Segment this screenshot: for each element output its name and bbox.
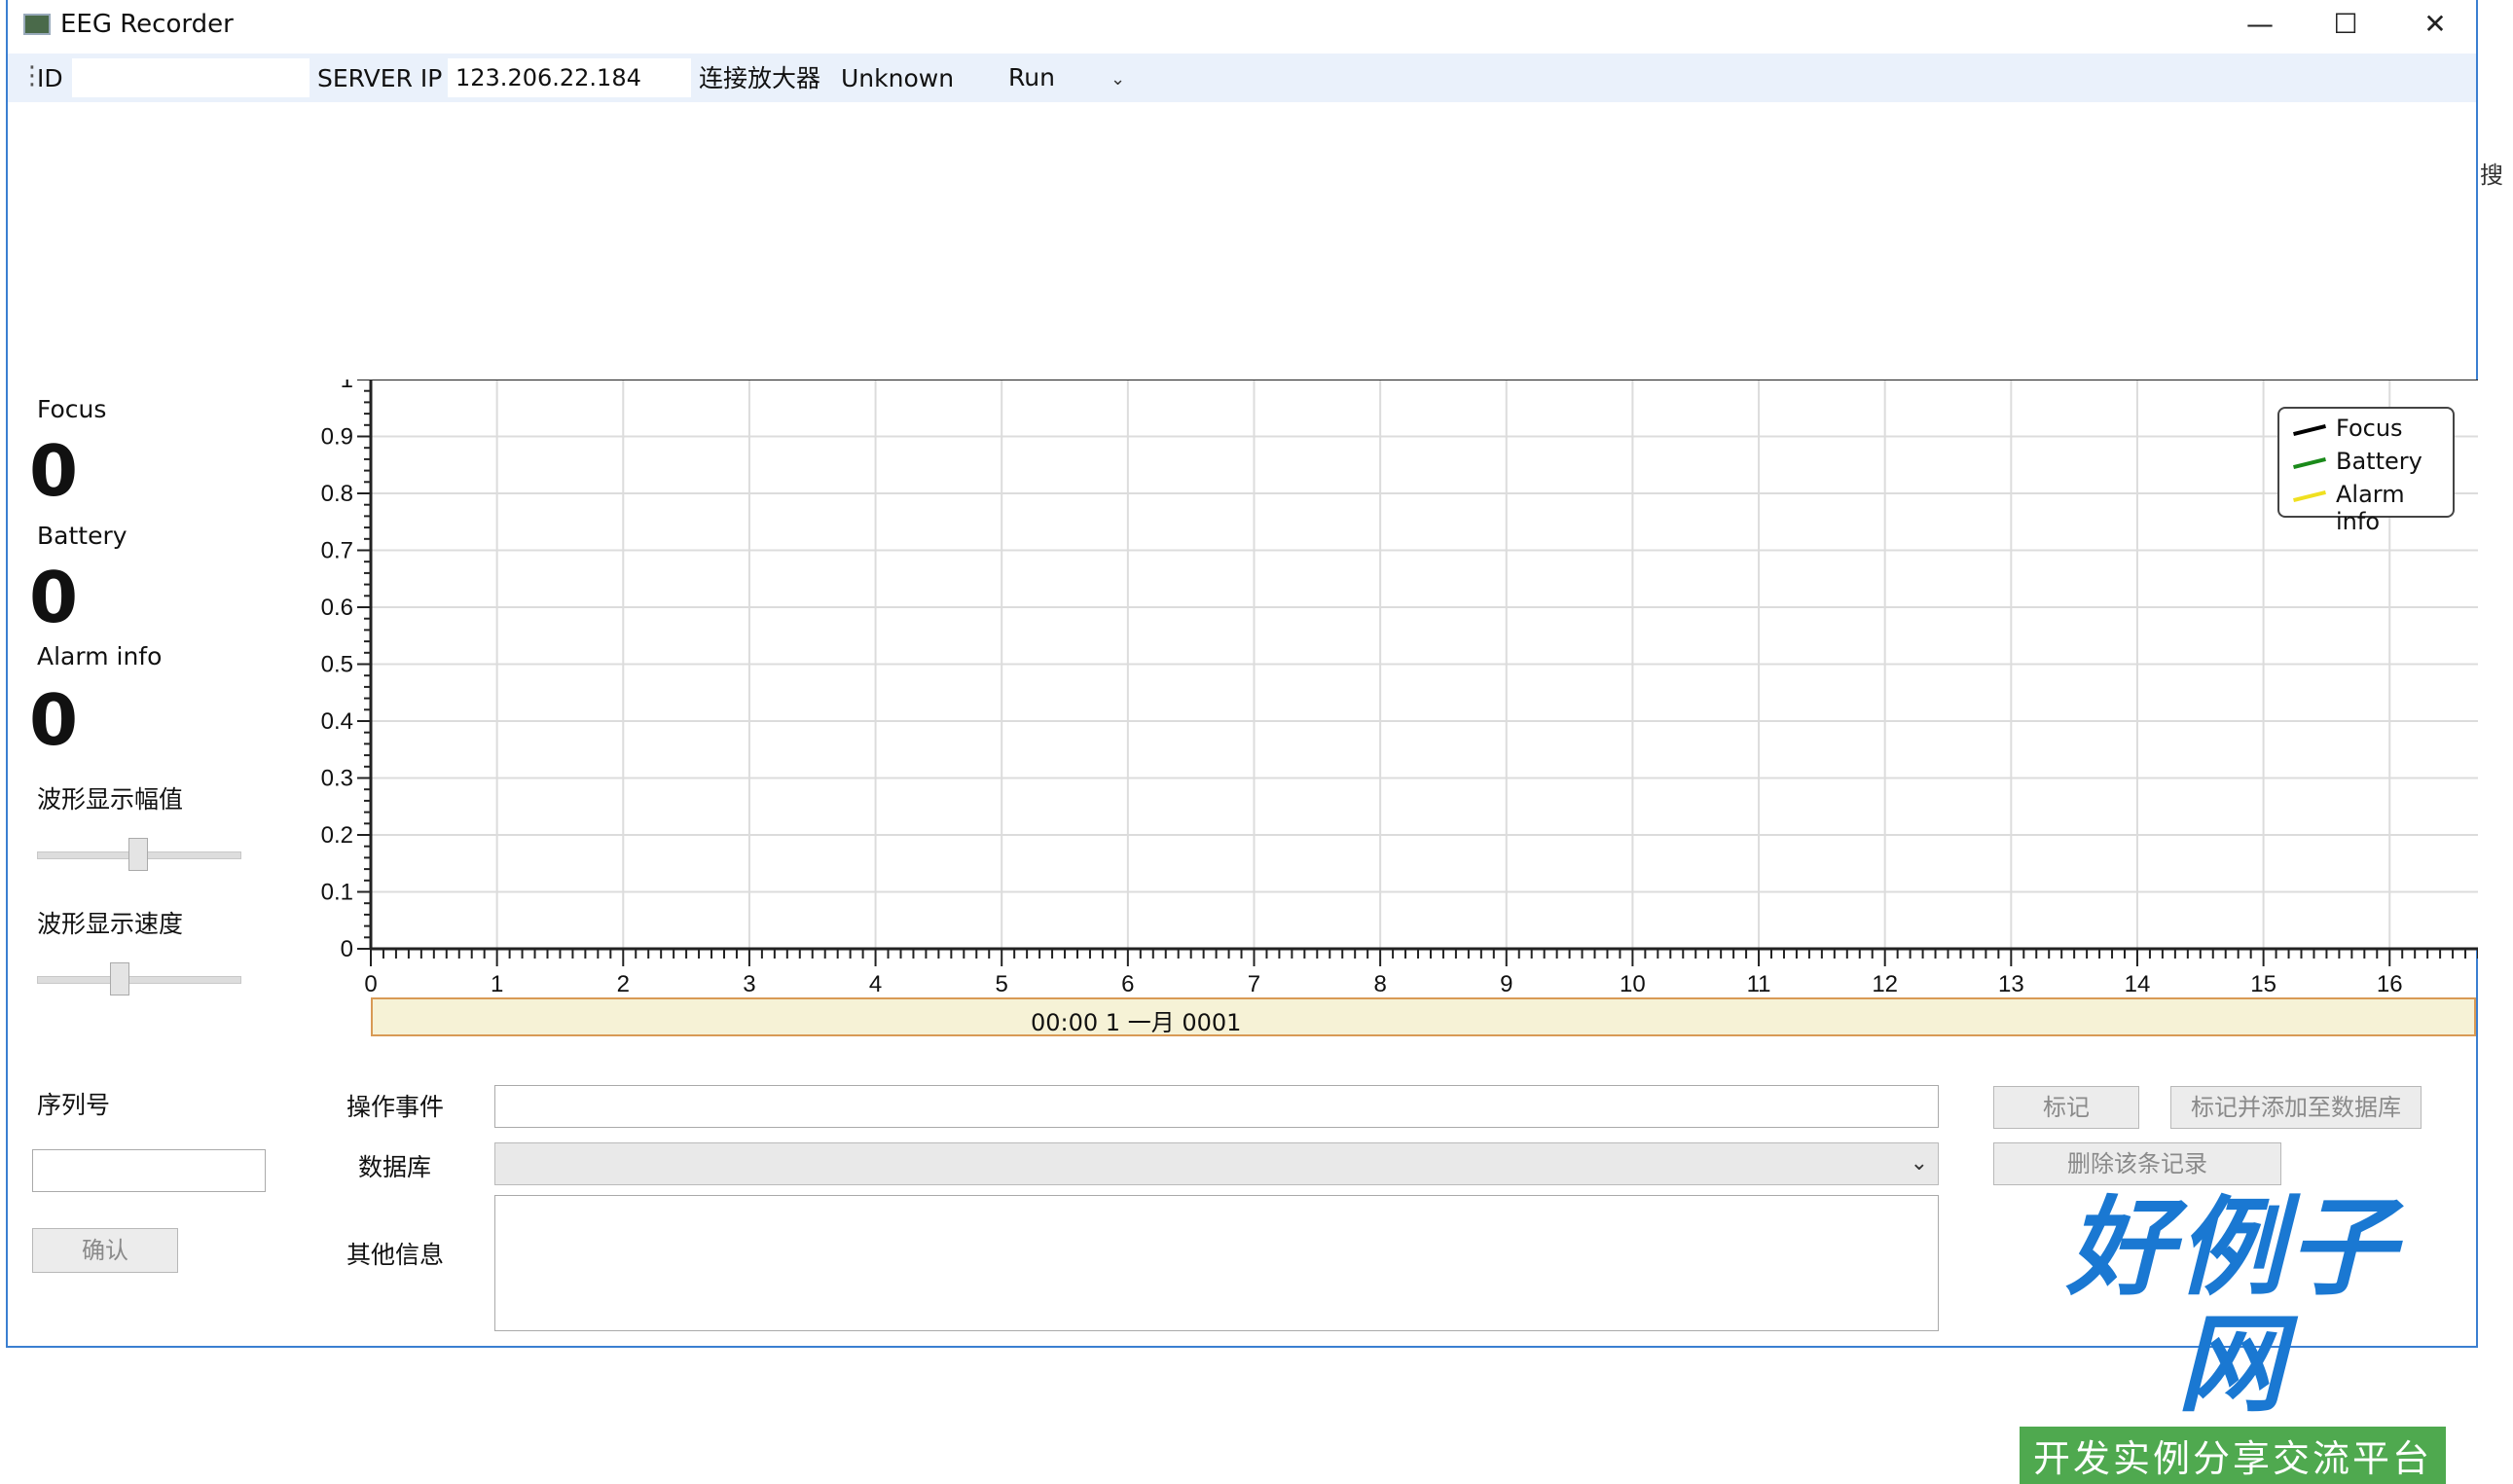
server-ip-label: SERVER IP <box>317 64 443 92</box>
confirm-button[interactable]: 确认 <box>32 1228 178 1273</box>
speed-slider-track[interactable] <box>37 976 241 984</box>
amplitude-slider-label: 波形显示幅值 <box>37 785 184 814</box>
alarm-info-label: Alarm info <box>37 642 163 670</box>
battery-label: Battery <box>37 522 127 550</box>
y-tick-label: 0.1 <box>321 880 353 906</box>
legend-swatch-alarm <box>2293 489 2326 503</box>
x-tick-label: 5 <box>996 971 1008 997</box>
window-title: EEG Recorder <box>60 10 234 39</box>
toolbar-overflow-icon[interactable]: ⌄ <box>1111 69 1125 90</box>
toolbar: ⋮ ID SERVER IP 123.206.22.184 连接放大器 Unkn… <box>8 54 2476 102</box>
chart-legend: Focus Battery Alarm info <box>2277 407 2455 535</box>
battery-value: 0 <box>29 557 79 638</box>
y-tick-label: 0.2 <box>321 822 353 849</box>
focus-value: 0 <box>29 430 79 512</box>
database-label: 数据库 <box>358 1153 432 1181</box>
x-tick-label: 13 <box>1998 971 2024 997</box>
x-tick-label: 6 <box>1121 971 1134 997</box>
mark-button[interactable]: 标记 <box>1993 1086 2139 1129</box>
serial-number-input[interactable] <box>32 1149 266 1192</box>
x-tick-label: 1 <box>491 971 503 997</box>
watermark-logo-text: 好例子网 <box>2066 1185 2399 1427</box>
other-info-textarea[interactable] <box>494 1195 1939 1331</box>
other-info-label: 其他信息 <box>346 1241 445 1269</box>
speed-slider-thumb[interactable] <box>110 962 130 995</box>
watermark-tagline: 开发实例分享交流平台 <box>2019 1427 2446 1484</box>
close-button[interactable]: ✕ <box>2390 0 2480 49</box>
mark-and-add-button[interactable]: 标记并添加至数据库 <box>2170 1086 2422 1129</box>
y-tick-label: 0.6 <box>321 595 353 621</box>
connect-amplifier-label[interactable]: 连接放大器 <box>699 63 820 94</box>
legend-item-focus: Focus <box>2336 415 2403 442</box>
x-tick-label: 4 <box>869 971 882 997</box>
y-tick-label: 0.3 <box>321 766 353 792</box>
run-button[interactable]: Run <box>1008 63 1055 91</box>
amplifier-status: Unknown <box>841 64 955 92</box>
id-input[interactable] <box>72 58 310 97</box>
x-tick-label: 2 <box>617 971 630 997</box>
time-label: 00:00 1 一月 0001 <box>1031 1009 1242 1036</box>
y-tick-label: 0.4 <box>321 708 353 735</box>
delete-record-button[interactable]: 删除该条记录 <box>1993 1142 2281 1185</box>
eeg-chart: 0 1 2 3 4 5 6 7 8 9 10 11 12 13 14 15 1600.10.20.30.40.5… <box>321 380 2478 997</box>
y-tick-label: 0.9 <box>321 424 353 451</box>
title-bar: EEG Recorder — ☐ ✕ <box>8 0 2476 49</box>
chevron-down-icon: ⌄ <box>1910 1151 1928 1176</box>
search-edge-text: 搜 <box>2480 162 2503 189</box>
event-label: 操作事件 <box>346 1093 445 1121</box>
y-tick-label: 0.5 <box>321 652 353 678</box>
speed-slider-label: 波形显示速度 <box>37 910 184 938</box>
event-input[interactable] <box>494 1085 1939 1128</box>
legend-item-alarm-info: Alarm info <box>2336 481 2405 535</box>
x-tick-label: 8 <box>1373 971 1386 997</box>
x-tick-label: 0 <box>364 971 377 997</box>
x-tick-label: 11 <box>1747 971 1771 997</box>
app-icon <box>23 14 51 35</box>
server-ip-input[interactable]: 123.206.22.184 <box>448 58 691 97</box>
minimize-button[interactable]: — <box>2215 0 2305 49</box>
database-select[interactable]: ⌄ <box>494 1142 1939 1185</box>
maximize-button[interactable]: ☐ <box>2301 0 2390 49</box>
focus-label: Focus <box>37 395 107 423</box>
amplitude-slider-thumb[interactable] <box>128 838 148 871</box>
legend-swatch-focus <box>2293 423 2326 437</box>
x-tick-label: 14 <box>2125 971 2151 997</box>
y-tick-label: 0.8 <box>321 481 353 507</box>
x-tick-label: 15 <box>2250 971 2276 997</box>
x-tick-label: 3 <box>743 971 755 997</box>
legend-item-battery: Battery <box>2336 448 2422 475</box>
x-tick-label: 10 <box>1620 971 1646 997</box>
time-scrollbar[interactable]: 00:00 1 一月 0001 <box>371 997 2476 1036</box>
y-tick-label: 0.7 <box>321 538 353 564</box>
alarm-info-value: 0 <box>29 679 79 761</box>
serial-number-label: 序列号 <box>37 1091 111 1119</box>
x-tick-label: 16 <box>2377 971 2403 997</box>
y-tick-label: 1 <box>341 380 353 393</box>
id-label: ID <box>37 64 63 92</box>
y-tick-label: 0 <box>341 936 353 962</box>
x-tick-label: 9 <box>1500 971 1512 997</box>
x-tick-label: 12 <box>1872 971 1898 997</box>
x-tick-label: 7 <box>1248 971 1260 997</box>
legend-swatch-battery <box>2293 456 2326 470</box>
watermark-logo: 好例子网 开发实例分享交流平台 <box>2019 1189 2447 1484</box>
